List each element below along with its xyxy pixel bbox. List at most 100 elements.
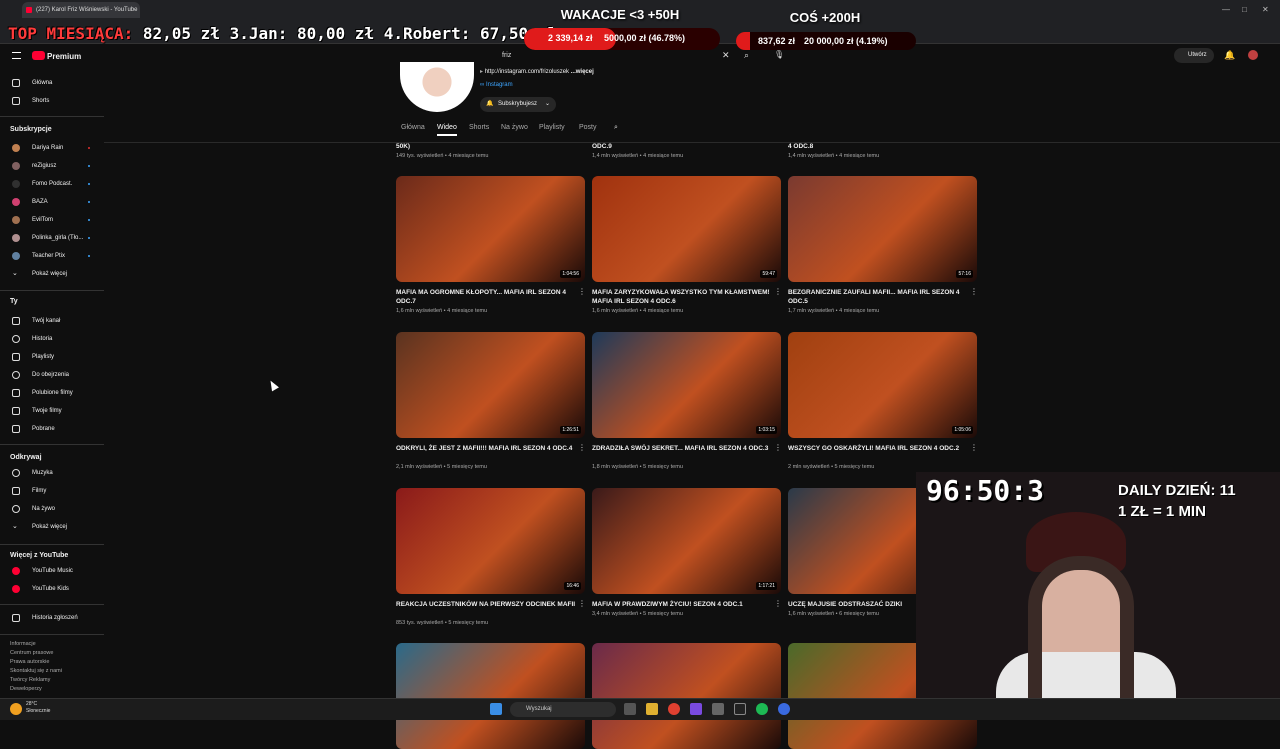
- maximize-button[interactable]: □: [1242, 5, 1247, 14]
- more-actions-icon[interactable]: ⋮: [970, 287, 978, 296]
- sidebar-item-music[interactable]: Muzyka: [0, 464, 104, 482]
- video-thumbnail[interactable]: 1:03:15: [592, 332, 781, 438]
- video-thumbnail[interactable]: 1:17:21: [592, 488, 781, 594]
- video-thumbnail[interactable]: [396, 643, 585, 749]
- video-title[interactable]: 50k): [396, 142, 576, 151]
- weather-icon[interactable]: [10, 703, 22, 715]
- video-meta: 3,4 mln wyświetleń • 5 miesięcy temu: [592, 611, 683, 617]
- sidebar-item-youtube-kids[interactable]: YouTube Kids: [0, 580, 104, 598]
- video-title[interactable]: WSZYSCY GO OSKARŻYLI! MAFIA IRL SEZON 4 …: [788, 444, 968, 453]
- notifications-icon[interactable]: 🔔: [1224, 50, 1235, 61]
- sidebar-sub-4[interactable]: EvilTom: [0, 211, 104, 229]
- you-header[interactable]: Ty: [10, 298, 18, 305]
- footer-link[interactable]: Centrum prasowe: [10, 649, 100, 658]
- video-thumbnail[interactable]: 1:04:56: [396, 176, 585, 282]
- sidebar-sub-3[interactable]: BAZA: [0, 193, 104, 211]
- windows-start-icon[interactable]: [490, 703, 502, 715]
- more-actions-icon[interactable]: ⋮: [578, 287, 586, 296]
- create-button[interactable]: Utwórz: [1174, 48, 1214, 63]
- footer-link[interactable]: Deweloperzy: [10, 685, 100, 694]
- video-title[interactable]: odc.9: [592, 142, 772, 151]
- app-icon[interactable]: [712, 703, 724, 715]
- microphone-icon[interactable]: 🎙: [774, 50, 784, 59]
- sidebar-item-report-history[interactable]: Historia zgłoszeń: [0, 609, 104, 627]
- sidebar-show-more-explore[interactable]: ⌄ Pokaż więcej: [0, 518, 104, 536]
- browser-tab[interactable]: (227) Karol Friz Wiśniewski - YouTube: [22, 2, 140, 18]
- sidebar-item-home[interactable]: Główna: [0, 74, 104, 92]
- sidebar-item-youtube-music[interactable]: YouTube Music: [0, 562, 104, 580]
- more-actions-icon[interactable]: ⋮: [774, 443, 782, 452]
- more-actions-icon[interactable]: ⋮: [774, 599, 782, 608]
- video-title[interactable]: MAFIA ZARYZYKOWAŁA WSZYSTKO TYM KŁAMSTWE…: [592, 288, 772, 306]
- instagram-link[interactable]: ∞ Instagram: [480, 82, 513, 88]
- sidebar-item-playlists[interactable]: Playlisty: [0, 348, 104, 366]
- tab-playlists[interactable]: Playlisty: [539, 124, 565, 131]
- app-icon[interactable]: [778, 703, 790, 715]
- sidebar-item-downloads[interactable]: Pobrane: [0, 420, 104, 438]
- channel-description-link[interactable]: ▸ http://instagram.com/frizoluszek ...wi…: [480, 68, 594, 75]
- tab-live[interactable]: Na żywo: [501, 124, 528, 131]
- footer-link[interactable]: Twórcy Reklamy: [10, 676, 100, 685]
- sidebar-sub-5[interactable]: Polinka_girla (Tło...: [0, 229, 104, 247]
- sidebar-item-your-videos[interactable]: Twoje filmy: [0, 402, 104, 420]
- sidebar-item-movies[interactable]: Filmy: [0, 482, 104, 500]
- app-icon[interactable]: [690, 703, 702, 715]
- video-thumbnail[interactable]: 16:46: [396, 488, 585, 594]
- video-title[interactable]: ODKRYLI, ŻE JEST Z MAFII!!! MAFIA IRL SE…: [396, 444, 576, 453]
- subscriptions-header[interactable]: Subskrypcje: [10, 126, 52, 133]
- sidebar-item-history[interactable]: Historia: [0, 330, 104, 348]
- sidebar-item-liked[interactable]: Polubione filmy: [0, 384, 104, 402]
- subscribed-button[interactable]: 🔔 Subskrybujesz ⌄: [480, 97, 556, 112]
- channel-search-icon[interactable]: ⌕: [614, 124, 618, 132]
- footer-link[interactable]: Informacje: [10, 640, 100, 649]
- video-title[interactable]: ZDRADZIŁA SWÓJ SEKRET... MAFIA IRL SEZON…: [592, 444, 772, 453]
- video-thumbnail[interactable]: [592, 643, 781, 749]
- avatar[interactable]: [1248, 50, 1258, 60]
- channel-avatar[interactable]: [400, 62, 474, 112]
- spotify-icon[interactable]: [756, 703, 768, 715]
- youtube-logo-icon[interactable]: [32, 51, 45, 60]
- minimize-button[interactable]: —: [1222, 5, 1230, 14]
- taskbar-search[interactable]: Wyszukaj: [510, 702, 616, 717]
- weather-widget[interactable]: 28°C Słonecznie: [26, 701, 50, 715]
- sidebar-item-live[interactable]: Na żywo: [0, 500, 104, 518]
- obs-icon[interactable]: [734, 703, 746, 715]
- task-view-icon[interactable]: [624, 703, 636, 715]
- sidebar-sub-0[interactable]: Dariya Rain: [0, 139, 104, 157]
- search-icon[interactable]: ⌕: [744, 50, 749, 61]
- video-thumbnail[interactable]: 59:47: [592, 176, 781, 282]
- more-actions-icon[interactable]: ⋮: [774, 287, 782, 296]
- close-window-button[interactable]: ✕: [1262, 5, 1269, 14]
- more-actions-icon[interactable]: ⋮: [578, 599, 586, 608]
- tab-shorts[interactable]: Shorts: [469, 124, 489, 131]
- sidebar-item-shorts[interactable]: Shorts: [0, 92, 104, 110]
- sidebar-item-your-channel[interactable]: Twój kanał: [0, 312, 104, 330]
- video-title[interactable]: REAKCJA UCZESTNIKÓW NA PIERWSZY ODCINEK …: [396, 600, 576, 609]
- file-explorer-icon[interactable]: [646, 703, 658, 715]
- tab-home[interactable]: Główna: [401, 124, 425, 131]
- clear-search-icon[interactable]: ✕: [722, 50, 730, 61]
- more-actions-icon[interactable]: ⋮: [578, 443, 586, 452]
- search-input[interactable]: friz: [496, 48, 736, 64]
- sidebar-sub-6[interactable]: Teacher Ptix: [0, 247, 104, 265]
- tab-videos[interactable]: Wideo: [437, 124, 457, 136]
- sidebar-sub-2[interactable]: Fomo Podcast.: [0, 175, 104, 193]
- video-title[interactable]: MAFIA W PRAWDZIWYM ŻYCIU! SEZON 4 odc.1: [592, 600, 772, 609]
- tab-posts[interactable]: Posty: [579, 124, 597, 131]
- video-thumbnail[interactable]: 57:16: [788, 176, 977, 282]
- sidebar-sub-1[interactable]: reZigiusz: [0, 157, 104, 175]
- menu-icon[interactable]: [12, 52, 21, 59]
- footer-link[interactable]: Prawa autorskie: [10, 658, 100, 667]
- chrome-icon[interactable]: [668, 703, 680, 715]
- footer-link[interactable]: Skontaktuj się z nami: [10, 667, 100, 676]
- video-title[interactable]: 4 odc.8: [788, 142, 968, 151]
- divider: [0, 604, 104, 605]
- more-actions-icon[interactable]: ⋮: [970, 443, 978, 452]
- sidebar-item-watch-later[interactable]: Do obejrzenia: [0, 366, 104, 384]
- youtube-premium-logo[interactable]: Premium: [47, 52, 81, 61]
- video-title[interactable]: MAFIA MA OGROMNE KŁOPOTY... MAFIA IRL SE…: [396, 288, 576, 306]
- sidebar-show-more-subs[interactable]: ⌄ Pokaż więcej: [0, 265, 104, 283]
- video-thumbnail[interactable]: 1:26:51: [396, 332, 585, 438]
- video-title[interactable]: BEZGRANICZNIE ZAUFALI MAFII... MAFIA IRL…: [788, 288, 968, 306]
- video-thumbnail[interactable]: 1:05:06: [788, 332, 977, 438]
